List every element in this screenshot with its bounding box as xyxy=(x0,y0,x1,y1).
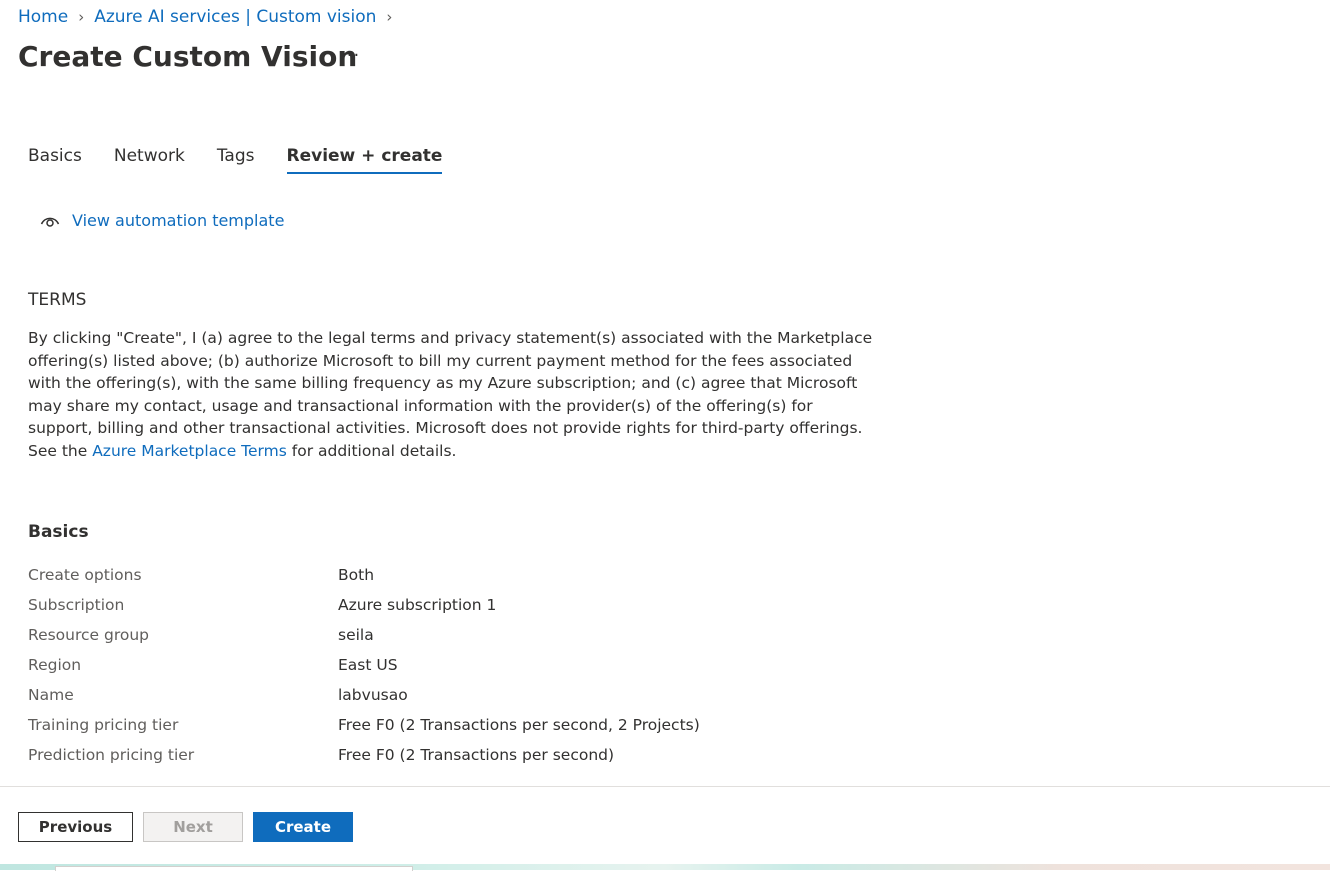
summary-label: Name xyxy=(28,686,74,704)
summary-label: Training pricing tier xyxy=(28,716,179,734)
summary-value: labvusao xyxy=(338,686,408,704)
breadcrumb-home-link[interactable]: Home xyxy=(18,7,68,27)
summary-label: Prediction pricing tier xyxy=(28,746,195,764)
next-button: Next xyxy=(143,812,243,842)
chevron-right-icon: › xyxy=(78,8,85,26)
summary-row: Name labvusao xyxy=(28,680,700,710)
summary-value: Free F0 (2 Transactions per second, 2 Pr… xyxy=(338,716,700,734)
summary-row: Subscription Azure subscription 1 xyxy=(28,590,700,620)
view-automation-template-link[interactable]: View automation template xyxy=(72,211,284,230)
breadcrumb: Home › Azure AI services | Custom vision… xyxy=(18,7,402,27)
summary-row: Region East US xyxy=(28,650,700,680)
summary-row: Prediction pricing tier Free F0 (2 Trans… xyxy=(28,740,700,770)
summary-value: seila xyxy=(338,626,374,644)
chevron-right-icon: › xyxy=(386,8,393,26)
terms-text: By clicking "Create", I (a) agree to the… xyxy=(28,327,878,462)
summary-value: Azure subscription 1 xyxy=(338,596,497,614)
view-automation-template[interactable]: View automation template xyxy=(40,211,284,230)
tab-basics[interactable]: Basics xyxy=(28,146,82,174)
summary-value: East US xyxy=(338,656,398,674)
summary-value: Free F0 (2 Transactions per second) xyxy=(338,746,615,764)
tab-tags[interactable]: Tags xyxy=(217,146,255,174)
breadcrumb-custom-vision-link[interactable]: Azure AI services | Custom vision xyxy=(94,7,376,27)
azure-marketplace-terms-link[interactable]: Azure Marketplace Terms xyxy=(92,442,287,460)
tab-review-create[interactable]: Review + create xyxy=(286,146,443,174)
tab-network[interactable]: Network xyxy=(114,146,185,174)
page-title: Create Custom Vision xyxy=(18,40,358,73)
summary-value: Both xyxy=(338,566,375,584)
create-button[interactable]: Create xyxy=(253,812,353,842)
summary-label: Resource group xyxy=(28,626,150,644)
summary-label: Region xyxy=(28,656,82,674)
eye-icon xyxy=(40,217,60,227)
terms-text-after: for additional details. xyxy=(286,441,457,460)
summary-row: Resource group seila xyxy=(28,620,700,650)
footer-divider xyxy=(0,786,1330,787)
terms-heading: TERMS xyxy=(28,290,87,310)
basics-summary: Create options Both Subscription Azure s… xyxy=(28,560,700,770)
tab-bar: Basics Network Tags Review + create xyxy=(28,146,474,174)
summary-label: Create options xyxy=(28,566,142,584)
summary-row: Training pricing tier Free F0 (2 Transac… xyxy=(28,710,700,740)
previous-button[interactable]: Previous xyxy=(18,812,133,842)
summary-label: Subscription xyxy=(28,596,125,614)
basics-section-heading: Basics xyxy=(28,522,89,542)
background-window-edge xyxy=(55,866,413,871)
more-options-button[interactable]: ··· xyxy=(340,45,360,66)
terms-text-before: By clicking "Create", I (a) agree to the… xyxy=(28,329,873,460)
summary-row: Create options Both xyxy=(28,560,700,590)
